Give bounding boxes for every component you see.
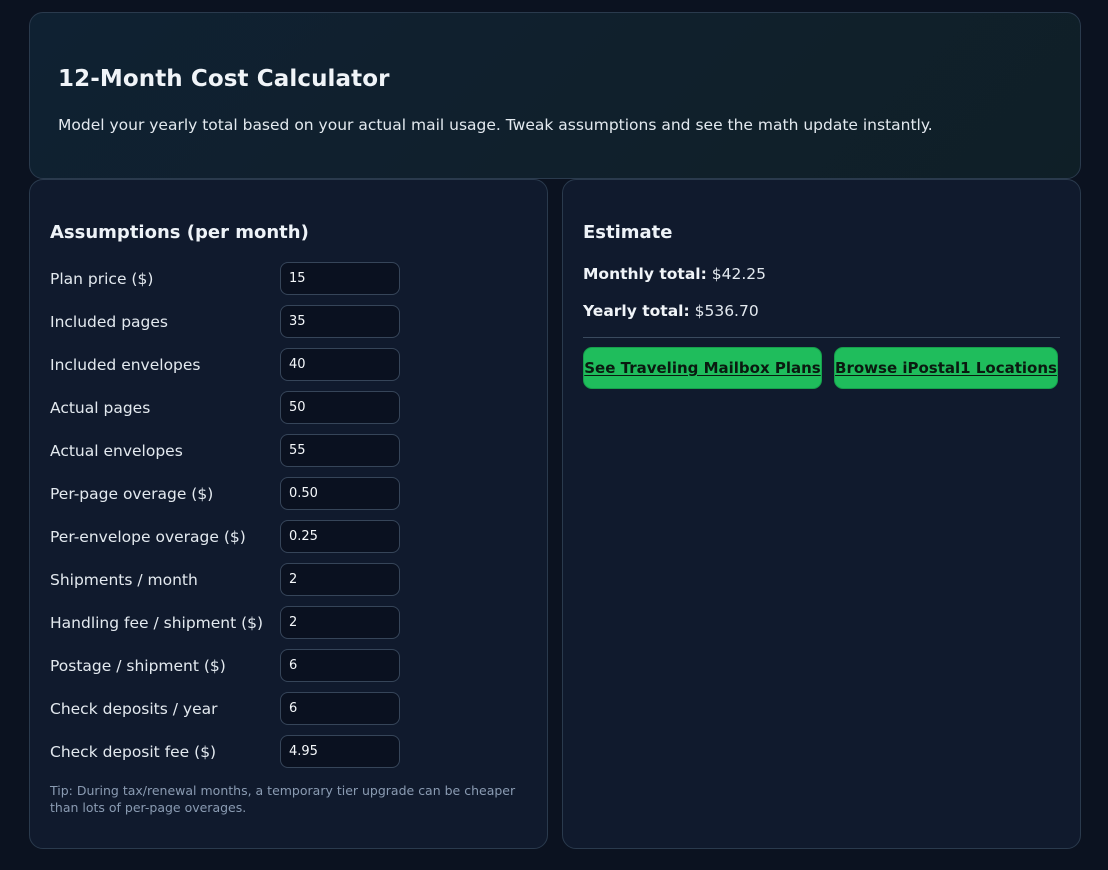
field-label: Check deposit fee ($) [50, 743, 217, 761]
field-actual-pages: Actual pages [50, 391, 510, 425]
estimate-panel: Estimate Monthly total: $42.25 Yearly to… [562, 179, 1081, 849]
postage-input[interactable] [280, 649, 400, 682]
field-plan-price: Plan price ($) [50, 262, 510, 296]
field-included-envelopes: Included envelopes [50, 348, 510, 382]
yearly-total-value: $536.70 [694, 302, 759, 320]
check-deposit-fee-input[interactable] [280, 735, 400, 768]
field-label: Postage / shipment ($) [50, 657, 226, 675]
monthly-total: Monthly total: $42.25 [583, 265, 766, 283]
estimate-title: Estimate [583, 222, 673, 243]
monthly-total-value: $42.25 [711, 265, 766, 283]
included-envelopes-input[interactable] [280, 348, 400, 381]
field-label: Actual envelopes [50, 442, 183, 460]
included-pages-input[interactable] [280, 305, 400, 338]
shipments-per-month-input[interactable] [280, 563, 400, 596]
field-included-pages: Included pages [50, 305, 510, 339]
field-label: Plan price ($) [50, 270, 154, 288]
browse-locations-button[interactable]: Browse iPostal1 Locations [834, 347, 1058, 389]
field-label: Shipments / month [50, 571, 198, 589]
field-handling-fee: Handling fee / shipment ($) [50, 606, 510, 640]
field-label: Handling fee / shipment ($) [50, 614, 264, 632]
actual-envelopes-input[interactable] [280, 434, 400, 467]
per-page-overage-input[interactable] [280, 477, 400, 510]
field-per-envelope-overage: Per-envelope overage ($) [50, 520, 510, 554]
yearly-total: Yearly total: $536.70 [583, 302, 759, 320]
actual-pages-input[interactable] [280, 391, 400, 424]
per-envelope-overage-input[interactable] [280, 520, 400, 553]
field-label: Included envelopes [50, 356, 201, 374]
page-description: Model your yearly total based on your ac… [58, 116, 933, 134]
yearly-total-label: Yearly total: [583, 302, 690, 320]
monthly-total-label: Monthly total: [583, 265, 707, 283]
field-postage: Postage / shipment ($) [50, 649, 510, 683]
field-actual-envelopes: Actual envelopes [50, 434, 510, 468]
check-deposits-input[interactable] [280, 692, 400, 725]
see-plans-button[interactable]: See Traveling Mailbox Plans [583, 347, 822, 389]
assumptions-title: Assumptions (per month) [50, 222, 309, 243]
page-title: 12-Month Cost Calculator [58, 66, 390, 92]
field-label: Check deposits / year [50, 700, 218, 718]
field-label: Per-envelope overage ($) [50, 528, 246, 546]
divider [583, 337, 1060, 338]
tip-text: Tip: During tax/renewal months, a tempor… [50, 783, 516, 815]
field-label: Per-page overage ($) [50, 485, 214, 503]
field-check-deposits: Check deposits / year [50, 692, 510, 726]
field-per-page-overage: Per-page overage ($) [50, 477, 510, 511]
assumptions-panel: Assumptions (per month) Plan price ($) I… [29, 179, 548, 849]
field-label: Included pages [50, 313, 168, 331]
field-check-deposit-fee: Check deposit fee ($) [50, 735, 510, 769]
header-card: 12-Month Cost Calculator Model your year… [29, 12, 1081, 179]
handling-fee-input[interactable] [280, 606, 400, 639]
field-shipments-per-month: Shipments / month [50, 563, 510, 597]
plan-price-input[interactable] [280, 262, 400, 295]
field-label: Actual pages [50, 399, 151, 417]
